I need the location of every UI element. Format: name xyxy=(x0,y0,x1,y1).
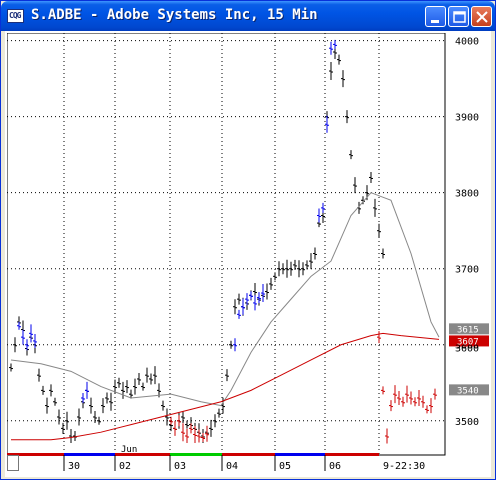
minimize-icon xyxy=(431,20,439,23)
y-tick-label-partial: 3600 xyxy=(455,344,479,355)
y-tick-label: 3800 xyxy=(455,189,479,200)
app-icon-text: CQG xyxy=(9,11,21,20)
maximize-button[interactable] xyxy=(448,6,469,27)
current-time-label: 9-22:30 xyxy=(383,461,425,472)
title-bar[interactable]: CQG S.ADBE - Adobe Systems Inc, 15 Min xyxy=(1,1,495,31)
maximize-icon xyxy=(453,11,466,23)
price-marker-label: 3615 xyxy=(457,325,479,335)
session-color-strip xyxy=(325,453,379,456)
x-tick-label: 30 xyxy=(68,461,80,472)
x-tick-label: 05 xyxy=(279,461,291,472)
close-icon xyxy=(476,11,488,23)
window-title: S.ADBE - Adobe Systems Inc, 15 Min xyxy=(31,7,318,23)
session-color-strip xyxy=(222,453,275,456)
scroll-handle[interactable] xyxy=(7,455,19,471)
x-tick-label: 04 xyxy=(226,461,238,472)
x-tick-label: 02 xyxy=(119,461,131,472)
minimize-button[interactable] xyxy=(425,6,446,27)
close-button[interactable] xyxy=(471,6,492,27)
x-month-label: Jun xyxy=(121,445,137,455)
x-tick-label: 03 xyxy=(174,461,186,472)
y-tick-label: 3700 xyxy=(455,265,479,276)
y-tick-label: 4000 xyxy=(455,37,479,48)
session-color-strip xyxy=(275,453,325,456)
session-color-strip xyxy=(64,453,115,456)
plot-area xyxy=(7,33,446,456)
price-marker-label: 3540 xyxy=(457,386,479,396)
x-tick-label: 06 xyxy=(329,461,341,472)
price-chart[interactable]: 4000390038003700360035003615360735403600… xyxy=(7,33,489,472)
app-logo-icon[interactable]: CQG xyxy=(7,9,24,23)
chart-canvas[interactable]: 4000390038003700360035003615360735403600… xyxy=(7,33,495,473)
session-color-strip xyxy=(170,453,222,456)
y-tick-label: 3500 xyxy=(455,417,479,428)
chart-window: CQG S.ADBE - Adobe Systems Inc, 15 Min 4… xyxy=(0,0,496,480)
y-tick-label: 3900 xyxy=(455,113,479,124)
